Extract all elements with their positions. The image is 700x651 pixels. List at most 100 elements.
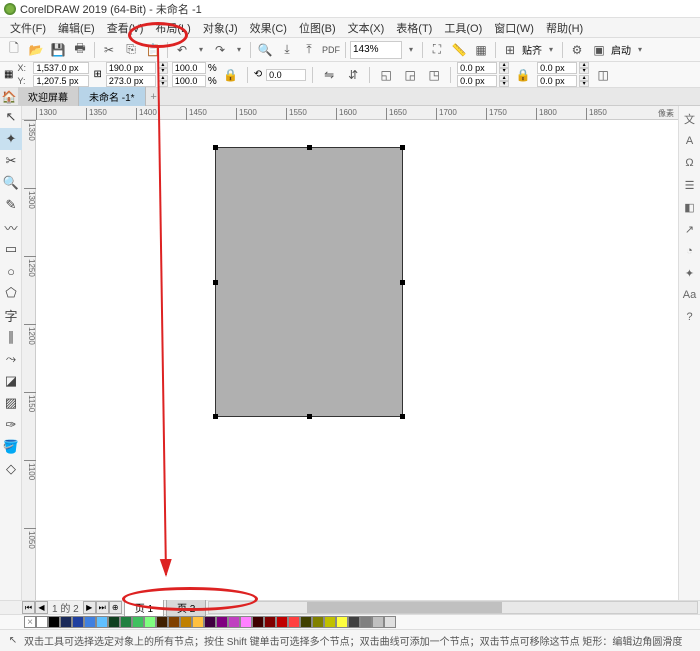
lock2-icon[interactable]: 🔒 [513, 65, 533, 85]
ol3-stepper[interactable]: ▴▾ [579, 62, 589, 74]
handle-tl[interactable] [213, 145, 218, 150]
menu-object[interactable]: 对象(J) [197, 18, 244, 38]
fill-tool-icon[interactable]: 🪣 [0, 436, 22, 458]
handle-tm[interactable] [307, 145, 312, 150]
x-input[interactable] [33, 62, 89, 74]
snap-icon[interactable]: ⊞ [500, 40, 520, 60]
menu-view[interactable]: 查看(V) [101, 18, 150, 38]
rotation-input[interactable] [266, 69, 306, 81]
polygon-tool-icon[interactable]: ⬠ [0, 282, 22, 304]
horizontal-scrollbar[interactable] [208, 601, 698, 614]
outline1-input[interactable] [457, 62, 497, 74]
color-swatch[interactable] [240, 616, 252, 628]
color-swatch[interactable] [372, 616, 384, 628]
cut-icon[interactable]: ✂ [99, 40, 119, 60]
new-icon[interactable]: 🗋 [4, 40, 24, 60]
lock-ratio-icon[interactable]: 🔒 [221, 65, 241, 85]
canvas[interactable] [36, 120, 678, 600]
corner2-icon[interactable]: ◲ [400, 65, 420, 85]
redo-icon[interactable]: ↷ [210, 40, 230, 60]
color-swatch[interactable] [288, 616, 300, 628]
ellipse-tool-icon[interactable]: ○ [0, 260, 22, 282]
home-icon[interactable]: 🏠 [0, 88, 18, 106]
page-tab-1[interactable]: 页 1 [124, 598, 164, 617]
color-swatch[interactable] [228, 616, 240, 628]
ol4-stepper[interactable]: ▴▾ [579, 75, 589, 87]
scrollbar-thumb[interactable] [307, 602, 502, 613]
dropshadow-tool-icon[interactable]: ◪ [0, 370, 22, 392]
snap-label[interactable]: 贴齐 [522, 42, 542, 57]
redo-dropdown-icon[interactable]: ▾ [232, 41, 246, 59]
no-color-swatch[interactable]: × [24, 616, 36, 628]
color-swatch[interactable] [324, 616, 336, 628]
outline-tool-icon[interactable]: ◇ [0, 458, 22, 480]
zoom-dropdown-icon[interactable]: ▾ [404, 41, 418, 59]
color-swatch[interactable] [156, 616, 168, 628]
menu-text[interactable]: 文本(X) [342, 18, 391, 38]
color-swatch[interactable] [360, 616, 372, 628]
width-stepper[interactable]: ▴▾ [158, 62, 168, 74]
zoom-input[interactable] [350, 41, 402, 59]
layers-panel-icon[interactable]: ☰ [681, 176, 699, 194]
prev-page-button[interactable]: ◀ [35, 601, 48, 614]
color-swatch[interactable] [276, 616, 288, 628]
color-swatch[interactable] [252, 616, 264, 628]
options-icon[interactable]: ⚙ [567, 40, 587, 60]
align-panel-icon[interactable]: A [681, 132, 699, 150]
menu-edit[interactable]: 编辑(E) [52, 18, 101, 38]
pick-tool-icon[interactable]: ↖ [0, 106, 22, 128]
launch-icon[interactable]: ▣ [589, 40, 609, 60]
color-swatch[interactable] [108, 616, 120, 628]
color-swatch[interactable] [72, 616, 84, 628]
tab-welcome[interactable]: 欢迎屏幕 [18, 87, 79, 106]
tab-document[interactable]: 未命名 -1* [79, 87, 146, 106]
styles-panel-icon[interactable]: Aa [681, 286, 699, 304]
color-swatch[interactable] [180, 616, 192, 628]
color-swatch[interactable] [384, 616, 396, 628]
menu-tools[interactable]: 工具(O) [438, 18, 488, 38]
page-tab-2[interactable]: 页 2 [166, 598, 206, 617]
transform-panel-icon[interactable]: ↗ [681, 220, 699, 238]
height-input[interactable] [106, 75, 156, 87]
scalex-input[interactable] [172, 62, 206, 74]
copy-icon[interactable]: ⎘ [121, 40, 141, 60]
color-swatch[interactable] [300, 616, 312, 628]
menu-table[interactable]: 表格(T) [390, 18, 438, 38]
handle-bm[interactable] [307, 414, 312, 419]
handle-bl[interactable] [213, 414, 218, 419]
menu-file[interactable]: 文件(F) [4, 18, 52, 38]
glyph-panel-icon[interactable]: Ω [681, 154, 699, 172]
color-panel-icon[interactable]: ◔ [681, 242, 699, 260]
width-input[interactable] [106, 62, 156, 74]
ol1-stepper[interactable]: ▴▾ [499, 62, 509, 74]
undo-icon[interactable]: ↶ [172, 40, 192, 60]
crop-tool-icon[interactable]: ✂ [0, 150, 22, 172]
save-icon[interactable]: 💾 [48, 40, 68, 60]
outline3-input[interactable] [537, 62, 577, 74]
menu-window[interactable]: 窗口(W) [488, 18, 540, 38]
outline4-input[interactable] [537, 75, 577, 87]
menu-bitmap[interactable]: 位图(B) [293, 18, 342, 38]
next-page-button[interactable]: ▶ [83, 601, 96, 614]
open-icon[interactable]: 📂 [26, 40, 46, 60]
wrap-icon[interactable]: ◫ [593, 65, 613, 85]
color-swatch[interactable] [36, 616, 48, 628]
ol2-stepper[interactable]: ▴▾ [499, 75, 509, 87]
search-icon[interactable]: 🔍 [255, 40, 275, 60]
last-page-button[interactable]: ⏭ [96, 601, 109, 614]
new-tab-button[interactable]: + [146, 91, 162, 103]
corner-icon[interactable]: ◱ [376, 65, 396, 85]
color-swatch[interactable] [348, 616, 360, 628]
text-panel-icon[interactable]: 文 [681, 110, 699, 128]
color-swatch[interactable] [96, 616, 108, 628]
ruler-icon[interactable]: 📏 [449, 40, 469, 60]
artistic-tool-icon[interactable]: 〰 [0, 216, 22, 238]
first-page-button[interactable]: ⏮ [22, 601, 35, 614]
color-swatch[interactable] [264, 616, 276, 628]
corner3-icon[interactable]: ◳ [424, 65, 444, 85]
launch-label[interactable]: 启动 [611, 42, 631, 57]
horizontal-ruler[interactable]: 1300 1350 1400 1450 1500 1550 1600 1650 … [22, 106, 678, 120]
pdf-icon[interactable]: PDF [321, 40, 341, 60]
color-swatch[interactable] [132, 616, 144, 628]
eyedropper-tool-icon[interactable]: ✑ [0, 414, 22, 436]
